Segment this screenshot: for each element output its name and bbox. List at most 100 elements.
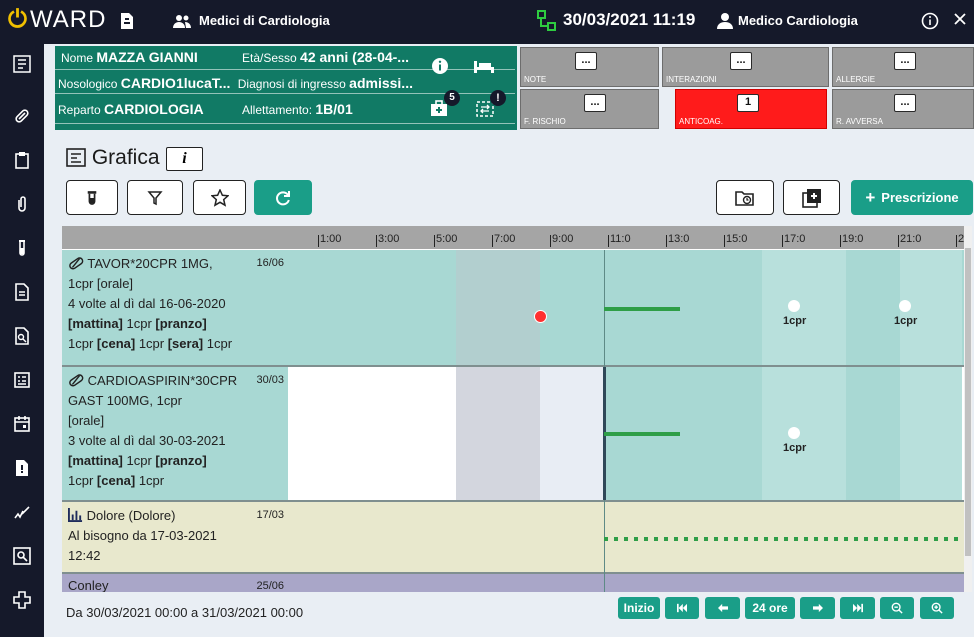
skip-back-button[interactable] <box>665 597 699 619</box>
sidebar-item-attachments[interactable] <box>0 184 44 224</box>
dose-bar[interactable] <box>604 432 680 436</box>
flag-anticoag-button[interactable]: 1 <box>737 94 759 112</box>
pill-icon <box>68 256 84 271</box>
zoom-in-button[interactable] <box>920 597 954 619</box>
history-folder-button[interactable] <box>716 180 774 215</box>
group-label[interactable]: Medici di Cardiologia <box>199 13 330 28</box>
sidebar-item-lab[interactable] <box>0 228 44 268</box>
row-cardioaspirin[interactable]: CARDIOASPIRIN*30CPR 30/03 GAST 100MG, 1c… <box>62 367 288 500</box>
sidebar-item-therapy[interactable] <box>0 96 44 136</box>
flag-note-button[interactable]: ... <box>575 52 597 70</box>
filter-lab-button[interactable] <box>66 180 118 215</box>
hour-label: 5:00 <box>436 233 458 245</box>
allett-label: Allettamento: <box>242 103 313 117</box>
file-exclamation-icon <box>16 460 28 476</box>
user-label[interactable]: Medico Cardiologia <box>738 13 858 28</box>
scrollbar[interactable] <box>964 226 972 592</box>
refresh-button[interactable] <box>254 180 312 215</box>
row-date: 17/03 <box>256 509 284 521</box>
bed-icon[interactable] <box>473 58 495 77</box>
patient-diagnosis: admissi... <box>349 75 413 91</box>
skip-forward-button[interactable] <box>840 597 875 619</box>
plus-icon: + <box>865 187 876 207</box>
flag-interazioni-button[interactable]: ... <box>730 52 752 70</box>
app-logo[interactable]: ⏻WARD <box>8 6 106 34</box>
span-button[interactable]: 24 ore <box>745 597 795 619</box>
hour-label: 19:0 <box>842 233 864 245</box>
signature-icon <box>14 506 30 519</box>
start-button[interactable]: Inizio <box>618 597 660 619</box>
patient-info-icon[interactable] <box>431 57 449 78</box>
file-text-icon <box>15 283 29 301</box>
list-icon <box>66 148 86 167</box>
row-date: 16/06 <box>256 257 284 269</box>
row-dolore[interactable]: Dolore (Dolore) 17/03 Al bisogno da 17-0… <box>62 502 288 572</box>
flag-avversa-label: R. AVVERSA <box>836 117 883 126</box>
flag-avversa[interactable]: ... R. AVVERSA <box>832 89 974 129</box>
top-bar: ⏻WARD Medici di Cardiologia 30/03/2021 1… <box>0 0 974 44</box>
close-icon[interactable] <box>953 12 971 30</box>
flag-note[interactable]: ... NOTE <box>520 47 659 87</box>
arrow-right-icon <box>812 603 823 613</box>
night-shade <box>456 366 540 500</box>
row-schedule: 1cpr [cena] 1cpr <box>68 473 165 488</box>
dose-dot[interactable] <box>788 427 800 439</box>
next-button[interactable] <box>800 597 835 619</box>
flag-anticoag[interactable]: 1 ANTICOAG. <box>675 89 827 129</box>
dose-dotted-line[interactable] <box>604 537 964 541</box>
reparto-label: Reparto <box>58 103 101 117</box>
hour-tick <box>376 235 377 247</box>
user-icon <box>716 12 734 30</box>
row-detail: GAST 100MG, 1cpr <box>68 393 182 408</box>
flag-rischio[interactable]: ... F. RISCHIO <box>520 89 659 129</box>
sidebar-item-grafica[interactable] <box>0 44 44 84</box>
dose-dot[interactable] <box>899 300 911 312</box>
docs-count-badge: 5 <box>444 90 460 106</box>
sidebar-item-forms[interactable] <box>0 360 44 400</box>
diag-label: Diagnosi di ingresso <box>237 77 346 91</box>
sidebar-item-file-alert[interactable] <box>0 448 44 488</box>
sidebar-item-calendar[interactable] <box>0 404 44 444</box>
sidebar-item-search-doc[interactable] <box>0 316 44 356</box>
row-conley[interactable]: Conley 25/06 <box>62 574 288 592</box>
sidebar-item-zoom[interactable] <box>0 536 44 576</box>
flag-allergie-button[interactable]: ... <box>894 52 916 70</box>
sidebar-item-sign[interactable] <box>0 492 44 532</box>
divider <box>55 123 515 124</box>
document-icon[interactable] <box>118 12 136 30</box>
dose-label: 1cpr <box>783 315 807 327</box>
dose-dot[interactable] <box>788 300 800 312</box>
dose-bar[interactable] <box>604 307 680 311</box>
hour-label: 11:0 <box>610 233 631 245</box>
flag-avversa-button[interactable]: ... <box>894 94 916 112</box>
row-detail: 3 volte al dì dal 30-03-2021 <box>68 433 226 448</box>
scrollbar-thumb[interactable] <box>965 248 971 556</box>
filter-button[interactable] <box>127 180 183 215</box>
patient-noso: CARDIO1lucaT... <box>120 75 231 91</box>
row-tavor[interactable]: TAVOR*20CPR 1MG, 16/06 1cpr [orale] 4 vo… <box>62 250 288 365</box>
sidebar-item-report[interactable] <box>0 272 44 312</box>
sidebar-item-medical[interactable] <box>0 580 44 620</box>
info-icon[interactable] <box>921 12 939 30</box>
page-title-text: Grafica <box>91 146 160 169</box>
flag-interazioni[interactable]: ... INTERAZIONI <box>662 47 829 87</box>
favorite-button[interactable] <box>193 180 246 215</box>
flag-rischio-button[interactable]: ... <box>584 94 606 112</box>
transfer-icon[interactable] <box>476 101 494 120</box>
sidebar-item-clipboard[interactable] <box>0 140 44 180</box>
add-prescription-button[interactable]: + Prescrizione <box>851 180 973 215</box>
hour-tick <box>666 235 667 247</box>
patient-age-row: Età/Sesso 42 anni (28-04-... <box>242 48 409 66</box>
flag-allergie-label: ALLERGIE <box>836 75 876 84</box>
star-icon <box>210 188 229 207</box>
missed-dose-icon[interactable] <box>534 310 547 323</box>
flag-note-label: NOTE <box>524 75 547 84</box>
footer: Da 30/03/2021 00:00 a 31/03/2021 00:00 I… <box>62 597 972 625</box>
flag-allergie[interactable]: ... ALLERGIE <box>832 47 974 87</box>
add-item-button[interactable] <box>783 180 840 215</box>
bar-chart-icon <box>68 507 83 523</box>
prev-button[interactable] <box>705 597 740 619</box>
info-button[interactable]: i <box>166 147 203 171</box>
row-name: Conley <box>68 578 109 592</box>
zoom-out-button[interactable] <box>880 597 914 619</box>
